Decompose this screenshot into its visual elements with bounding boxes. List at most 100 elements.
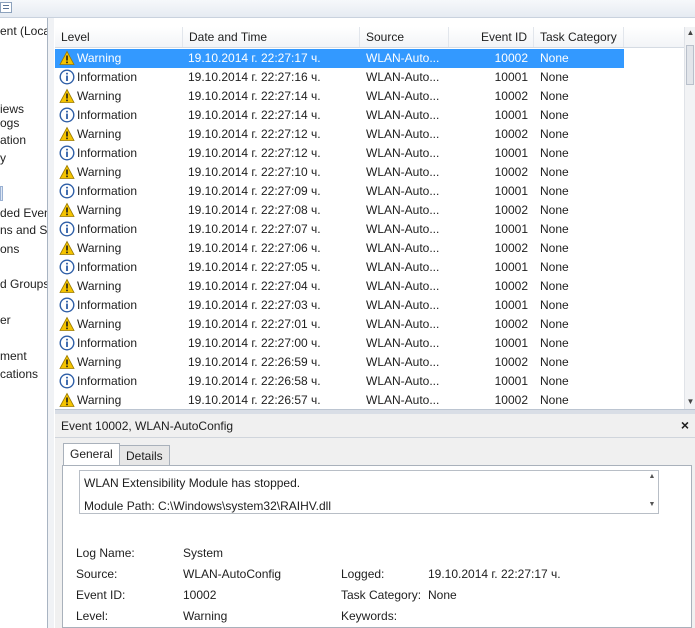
table-row[interactable]: Warning 19.10.2014 г. 22:27:17 ч. WLAN-Aut… (55, 49, 624, 68)
detail-title: Event 10002, WLAN-AutoConfig (61, 419, 234, 433)
warning-icon (59, 202, 75, 218)
task-category-cell: None (540, 336, 569, 350)
date-time-cell: 19.10.2014 г. 22:27:05 ч. (188, 260, 321, 274)
task-category-cell: None (540, 317, 569, 331)
grid-vertical-scrollbar[interactable]: ▲ ▼ (684, 27, 695, 409)
table-row[interactable]: Information 19.10.2014 г. 22:27:16 ч. WLAN… (55, 68, 624, 87)
source-cell: WLAN-Auto... (366, 165, 440, 179)
column-header-source[interactable]: Source (360, 27, 449, 47)
events-grid[interactable]: Level Date and Time Source Event ID Task… (55, 27, 684, 409)
table-row[interactable]: Information 19.10.2014 г. 22:27:03 ч. WLAN… (55, 296, 624, 315)
tree-item-forwarded-events[interactable]: ded Event (0, 206, 47, 220)
tree-item-subscriptions[interactable]: ons (0, 242, 19, 256)
task-category-cell: None (540, 222, 569, 236)
tree-item-groups[interactable]: d Groups (0, 277, 47, 291)
task-category-cell: None (540, 298, 569, 312)
column-header-event-id[interactable]: Event ID (449, 27, 534, 47)
detail-separator (55, 437, 695, 438)
information-icon (59, 107, 75, 123)
information-icon (59, 145, 75, 161)
tree-item-views[interactable]: iews (0, 102, 24, 116)
level-cell: Information (77, 374, 138, 388)
event-id-cell: 10001 (494, 374, 528, 388)
tab-details[interactable]: Details (119, 445, 170, 466)
close-icon[interactable]: × (678, 416, 692, 434)
event-id-cell: 10001 (494, 146, 528, 160)
table-row[interactable]: Warning 19.10.2014 г. 22:26:57 ч. WLAN-Aut… (55, 391, 624, 409)
navigation-tree[interactable]: ent (Local iews ogs ation y ded Event ns… (0, 18, 48, 628)
task-category-cell: None (540, 89, 569, 103)
column-header-date[interactable]: Date and Time (183, 27, 360, 47)
tree-item-selected[interactable] (0, 186, 3, 201)
table-row[interactable]: Warning 19.10.2014 г. 22:26:59 ч. WLAN-Aut… (55, 353, 624, 372)
event-id-cell: 10002 (494, 127, 528, 141)
source-cell: WLAN-Auto... (366, 70, 440, 84)
tab-general[interactable]: General (63, 443, 120, 466)
tree-item-information[interactable]: ation (0, 133, 26, 147)
level-cell: Warning (77, 241, 122, 255)
date-time-cell: 19.10.2014 г. 22:27:14 ч. (188, 108, 321, 122)
event-id-value: 10002 (183, 588, 217, 602)
event-id-cell: 10001 (494, 336, 528, 350)
event-id-cell: 10001 (494, 108, 528, 122)
table-row[interactable]: Information 19.10.2014 г. 22:27:07 ч. WLAN… (55, 220, 624, 239)
table-row[interactable]: Information 19.10.2014 г. 22:27:09 ч. WLAN… (55, 182, 624, 201)
event-id-cell: 10001 (494, 70, 528, 84)
table-row[interactable]: Warning 19.10.2014 г. 22:27:08 ч. WLAN-Aut… (55, 201, 624, 220)
level-cell: Information (77, 298, 138, 312)
event-description-box[interactable]: WLAN Extensibility Module has stopped. M… (79, 470, 659, 514)
table-row[interactable]: Warning 19.10.2014 г. 22:27:12 ч. WLAN-Aut… (55, 125, 624, 144)
tree-item-applications-services[interactable]: ns and Se (0, 223, 47, 237)
table-row[interactable]: Warning 19.10.2014 г. 22:27:14 ч. WLAN-Aut… (55, 87, 624, 106)
event-id-cell: 10002 (494, 279, 528, 293)
source-cell: WLAN-Auto... (366, 393, 440, 407)
level-cell: Warning (77, 165, 122, 179)
scroll-thumb[interactable] (686, 45, 694, 85)
information-icon (59, 221, 75, 237)
tree-item-root[interactable]: ent (Local (0, 24, 47, 38)
level-cell: Warning (77, 279, 122, 293)
task-category-cell: None (540, 146, 569, 160)
source-cell: WLAN-Auto... (366, 222, 440, 236)
task-category-cell: None (540, 203, 569, 217)
table-row[interactable]: Information 19.10.2014 г. 22:26:58 ч. WLAN… (55, 372, 624, 391)
level-cell: Warning (77, 355, 122, 369)
logged-value: 19.10.2014 г. 22:27:17 ч. (428, 567, 561, 581)
table-row[interactable]: Information 19.10.2014 г. 22:27:12 ч. WLAN… (55, 144, 624, 163)
description-line-1: WLAN Extensibility Module has stopped. (84, 476, 301, 490)
date-time-cell: 19.10.2014 г. 22:27:00 ч. (188, 336, 321, 350)
description-scroll-up-icon[interactable]: ▲ (648, 473, 656, 480)
table-row[interactable]: Warning 19.10.2014 г. 22:27:04 ч. WLAN-Aut… (55, 277, 624, 296)
table-row[interactable]: Information 19.10.2014 г. 22:27:05 ч. WLAN… (55, 258, 624, 277)
date-time-cell: 19.10.2014 г. 22:26:58 ч. (188, 374, 321, 388)
tree-item-logs[interactable]: ogs (0, 116, 19, 130)
description-scroll-down-icon[interactable]: ▼ (648, 501, 656, 508)
tree-item-applications[interactable]: cations (0, 367, 38, 381)
table-row[interactable]: Warning 19.10.2014 г. 22:27:06 ч. WLAN-Aut… (55, 239, 624, 258)
column-header-level[interactable]: Level (55, 27, 183, 47)
warning-icon (59, 88, 75, 104)
event-id-cell: 10002 (494, 393, 528, 407)
scroll-down-arrow-icon[interactable]: ▼ (686, 397, 695, 406)
column-header-task-category[interactable]: Task Category (534, 27, 624, 47)
table-row[interactable]: Information 19.10.2014 г. 22:27:00 ч. WLAN… (55, 334, 624, 353)
tree-item-er[interactable]: er (0, 313, 11, 327)
general-tab-panel: WLAN Extensibility Module has stopped. M… (62, 465, 692, 628)
date-time-cell: 19.10.2014 г. 22:27:16 ч. (188, 70, 321, 84)
task-category-cell: None (540, 184, 569, 198)
table-row[interactable]: Warning 19.10.2014 г. 22:27:10 ч. WLAN-Aut… (55, 163, 624, 182)
pane-splitter[interactable] (48, 18, 54, 628)
task-category-cell: None (540, 241, 569, 255)
scroll-up-arrow-icon[interactable]: ▲ (686, 28, 695, 37)
table-row[interactable]: Information 19.10.2014 г. 22:27:14 ч. WLAN… (55, 106, 624, 125)
grid-header: Level Date and Time Source Event ID Task… (55, 27, 684, 48)
tree-item-management[interactable]: ment (0, 349, 27, 363)
table-row[interactable]: Warning 19.10.2014 г. 22:27:01 ч. WLAN-Aut… (55, 315, 624, 334)
tree-item-y[interactable]: y (0, 151, 6, 165)
information-icon (59, 183, 75, 199)
date-time-cell: 19.10.2014 г. 22:27:04 ч. (188, 279, 321, 293)
event-id-cell: 10002 (494, 51, 528, 65)
source-cell: WLAN-Auto... (366, 374, 440, 388)
description-scrollbar[interactable]: ▲ ▼ (646, 471, 658, 513)
keywords-label: Keywords: (341, 609, 398, 623)
